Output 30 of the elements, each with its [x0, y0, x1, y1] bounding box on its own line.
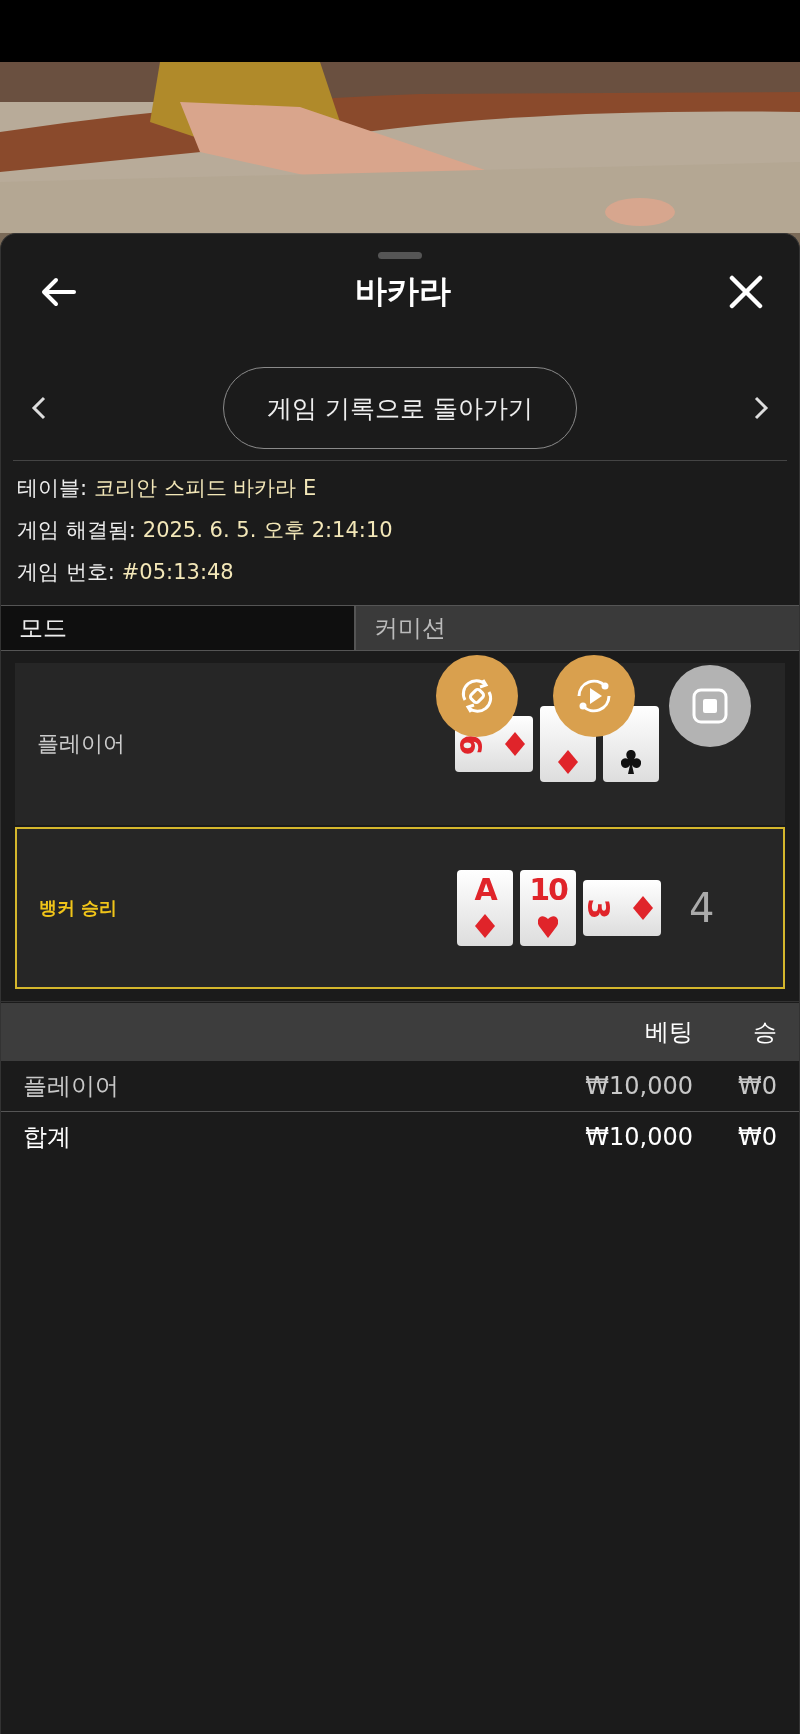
table-cell-text: ₩10,000: [584, 1072, 693, 1100]
hand-label: 뱅커 승리: [39, 896, 119, 920]
chevron-right-icon[interactable]: [753, 396, 769, 420]
back-arrow-icon[interactable]: [41, 277, 77, 307]
hand-score: 4: [689, 885, 715, 931]
stop-icon: [692, 688, 728, 724]
card-rank: 6: [454, 734, 487, 754]
drag-handle[interactable]: [378, 252, 422, 259]
table-cell-text: ₩10,000: [584, 1123, 693, 1151]
card-rank: 10: [529, 874, 567, 906]
info-value: 코리안 스피드 바카라 E: [94, 475, 317, 501]
table-cell-text: 플레이어: [23, 1071, 120, 1102]
table-cell-text: ₩0: [737, 1072, 777, 1100]
card-rank: 3: [582, 898, 615, 918]
close-icon[interactable]: [729, 275, 763, 309]
card-rank: A: [474, 874, 496, 906]
hand-label: 플레이어: [37, 730, 126, 758]
table-cell-text: 합계: [23, 1122, 72, 1153]
table-cell-text: ₩0: [737, 1123, 777, 1151]
sheet-title: 바카라: [355, 271, 451, 312]
column-header: 베팅: [644, 1017, 693, 1048]
chevron-left-icon[interactable]: [31, 396, 47, 420]
column-header: 승: [752, 1017, 777, 1048]
mode-label: 모드: [1, 606, 356, 650]
info-label: 게임 해결됨:: [17, 517, 136, 543]
info-label: 게임 번호:: [17, 559, 115, 585]
info-value: 2025. 6. 5. 오후 2:14:10: [142, 517, 393, 543]
info-label: 테이블:: [17, 475, 88, 501]
info-value: #05:13:48: [121, 559, 234, 585]
mode-value: 커미션: [356, 606, 799, 650]
